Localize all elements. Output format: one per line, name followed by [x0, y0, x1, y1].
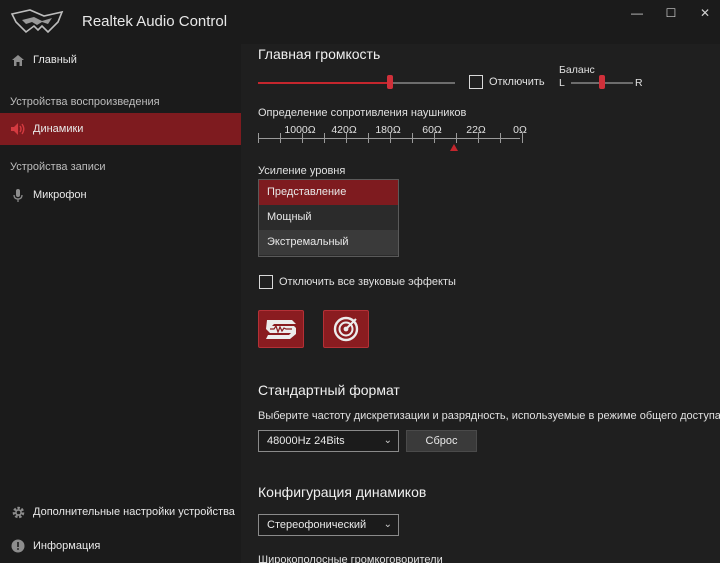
gear-icon — [10, 504, 26, 520]
impedance-title: Определение сопротивления наушников — [258, 107, 467, 119]
impedance-tick — [412, 133, 413, 143]
impedance-tick — [368, 133, 369, 143]
speaker-icon — [10, 121, 26, 137]
impedance-mark-label: 420Ω — [331, 124, 357, 136]
default-format-title: Стандартный формат — [258, 382, 400, 398]
sonic-studio-icon — [266, 320, 296, 339]
impedance-pointer-icon — [450, 144, 458, 151]
sidebar: Главный Устройства воспроизведения Динам… — [0, 44, 241, 563]
impedance-tick — [522, 133, 523, 143]
sidebar-item-label: Дополнительные настройки устройства — [33, 506, 235, 518]
home-icon — [10, 52, 26, 68]
impedance-tick — [478, 133, 479, 143]
slider-thumb[interactable] — [599, 75, 605, 89]
mute-label: Отключить — [489, 76, 545, 88]
impedance-mark-label: 180Ω — [375, 124, 401, 136]
sidebar-item-home[interactable]: Главный — [0, 44, 241, 76]
speaker-config-select[interactable]: Стереофонический ⌄ — [258, 514, 399, 536]
main-panel: Главная громкость Отключить Баланс L R О… — [241, 44, 720, 563]
impedance-mark-label: 1000Ω — [284, 124, 316, 136]
disable-effects-checkbox[interactable] — [259, 275, 273, 289]
format-select-value: 48000Hz 24Bits — [267, 435, 345, 447]
balance-label: Баланс — [559, 64, 595, 76]
slider-fill — [258, 82, 390, 84]
app-title: Realtek Audio Control — [82, 13, 228, 30]
main-volume-title: Главная громкость — [258, 46, 381, 62]
impedance-tick — [258, 133, 259, 143]
balance-left-label: L — [559, 77, 565, 89]
disable-effects-label: Отключить все звуковые эффекты — [279, 276, 456, 288]
sidebar-item-label: Информация — [33, 540, 101, 552]
impedance-mark-label: 0Ω — [513, 124, 527, 136]
impedance-tick — [390, 133, 391, 143]
speaker-config-select-value: Стереофонический — [267, 519, 367, 531]
impedance-mark-label: 60Ω — [422, 124, 442, 136]
chevron-down-icon: ⌄ — [383, 435, 392, 446]
rog-logo-icon — [10, 9, 64, 34]
gain-option-performance[interactable]: Представление — [259, 180, 398, 205]
mute-checkbox[interactable] — [469, 75, 483, 89]
impedance-tick — [324, 133, 325, 143]
microphone-icon — [10, 187, 26, 203]
sidebar-item-label: Главный — [33, 54, 77, 66]
gain-dropdown-menu[interactable]: Представление Мощный Экстремальный — [258, 179, 399, 257]
impedance-tick — [346, 133, 347, 143]
sidebar-item-speakers[interactable]: Динамики — [0, 113, 241, 145]
reset-button[interactable]: Сброс — [406, 430, 477, 452]
sonic-studio-button[interactable] — [258, 310, 304, 348]
impedance-mark-label: 22Ω — [466, 124, 486, 136]
default-format-description: Выберите частоту дискретизации и разрядн… — [258, 410, 720, 422]
gain-option-powerful[interactable]: Мощный — [259, 205, 398, 230]
maximize-button[interactable]: ☐ — [654, 4, 688, 22]
sonic-radar-icon — [333, 316, 359, 342]
sidebar-item-information[interactable]: Информация — [0, 530, 241, 562]
recording-devices-header: Устройства записи — [10, 161, 106, 173]
impedance-tick — [302, 133, 303, 143]
sidebar-item-label: Микрофон — [33, 189, 87, 201]
sidebar-item-advanced-settings[interactable]: Дополнительные настройки устройства — [0, 496, 241, 528]
slider-thumb[interactable] — [386, 75, 393, 89]
playback-devices-header: Устройства воспроизведения — [10, 96, 160, 108]
impedance-scale: 1000Ω 420Ω 180Ω 60Ω 22Ω 0Ω — [258, 124, 527, 154]
fullrange-speakers-label: Широкополосные громкоговорители — [258, 554, 443, 563]
minimize-button[interactable]: — — [620, 4, 654, 22]
info-icon — [10, 538, 26, 554]
impedance-tick — [456, 133, 457, 143]
close-button[interactable]: ✕ — [688, 4, 720, 22]
speaker-config-title: Конфигурация динамиков — [258, 484, 427, 500]
sonic-radar-button[interactable] — [323, 310, 369, 348]
gain-title: Усиление уровня — [258, 165, 346, 177]
impedance-tick — [500, 133, 501, 143]
title-bar: Realtek Audio Control — ☐ ✕ — [0, 0, 720, 44]
balance-right-label: R — [635, 77, 643, 89]
format-select[interactable]: 48000Hz 24Bits ⌄ — [258, 430, 399, 452]
impedance-line — [258, 138, 520, 139]
gain-option-extreme[interactable]: Экстремальный — [259, 230, 398, 255]
sidebar-item-label: Динамики — [33, 123, 84, 135]
sidebar-item-microphone[interactable]: Микрофон — [0, 179, 241, 211]
chevron-down-icon: ⌄ — [383, 519, 392, 530]
impedance-tick — [434, 133, 435, 143]
impedance-tick — [280, 133, 281, 143]
